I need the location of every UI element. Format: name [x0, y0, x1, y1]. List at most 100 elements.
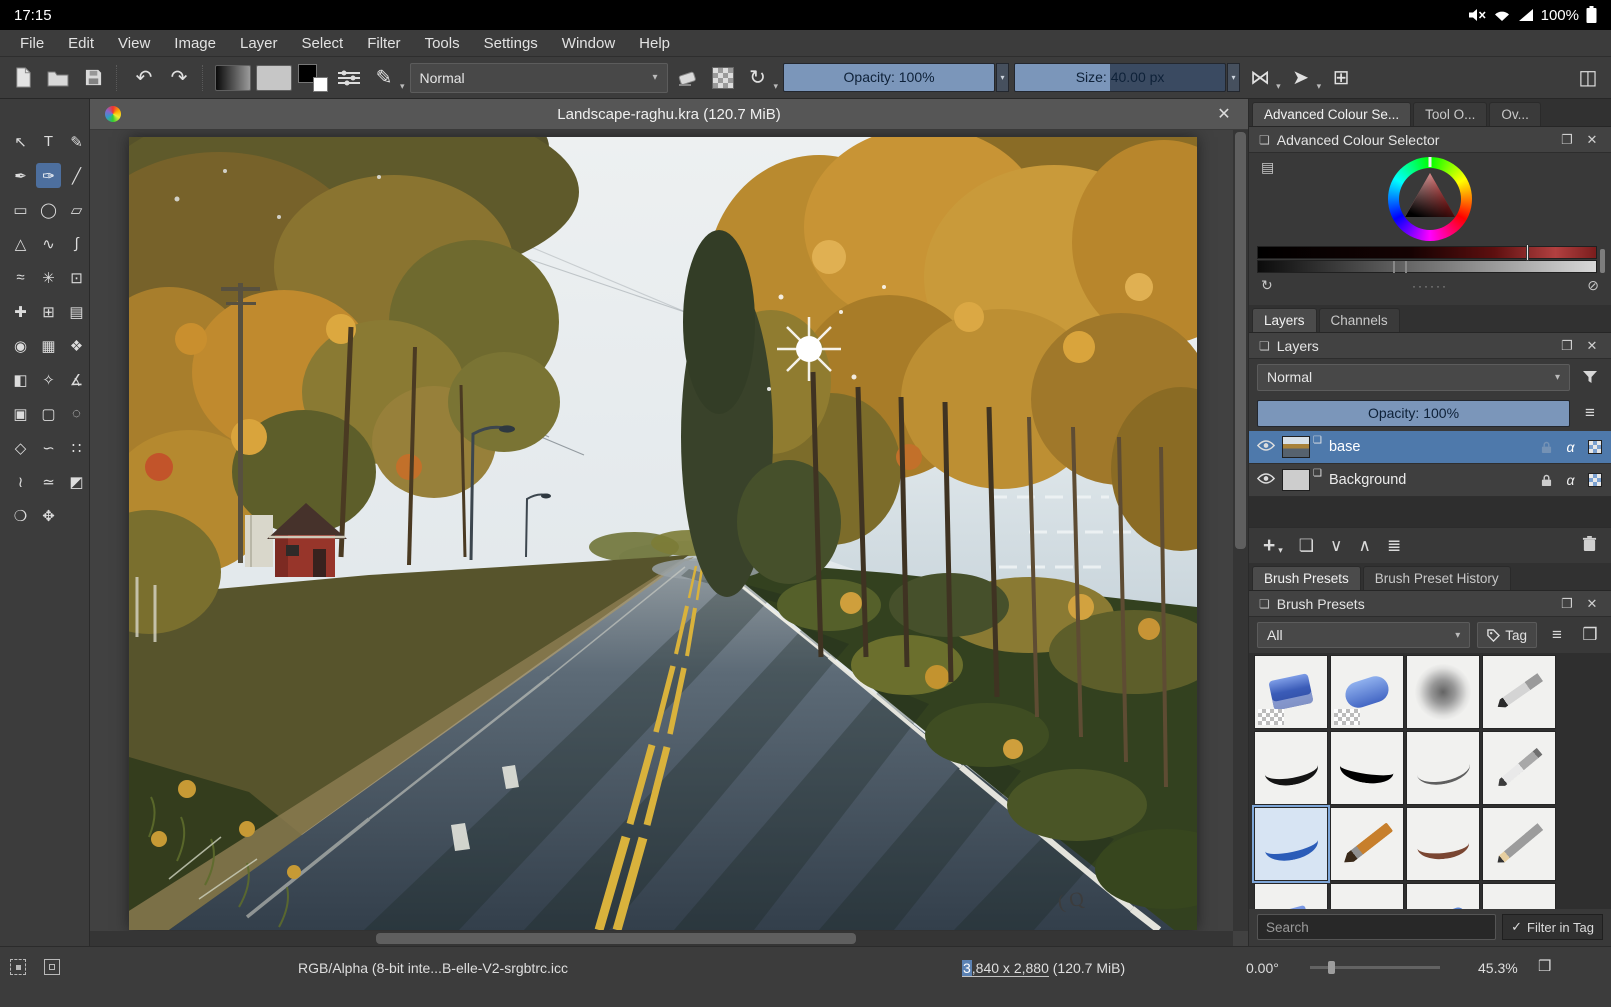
brush-preset-metal-pen[interactable]: [1482, 731, 1556, 805]
mirror-vertical-button[interactable]: ➤: [1286, 63, 1316, 93]
layer-blend-mode-select[interactable]: Normal ▾: [1257, 363, 1570, 391]
brush-preset-pencil-soft[interactable]: [1482, 883, 1556, 909]
image-dimensions[interactable]: 3,840 x 2,880 (120.7 MiB): [962, 960, 1125, 977]
rect-select-tool[interactable]: ▢: [36, 401, 61, 426]
close-docker-icon[interactable]: ✕: [1583, 132, 1601, 148]
brush-preset-paintbrush[interactable]: [1330, 807, 1404, 881]
foreground-background-colors[interactable]: [297, 63, 329, 93]
selector-settings-icon[interactable]: ▤: [1261, 159, 1274, 176]
reference-images-tool[interactable]: ▣: [8, 401, 33, 426]
bezier-select-tool[interactable]: ≀: [8, 469, 33, 494]
selection-mode-icon[interactable]: [44, 959, 60, 975]
duplicate-layer-button[interactable]: ❏: [1299, 536, 1314, 556]
menu-window[interactable]: Window: [550, 32, 627, 55]
move-layer-up-button[interactable]: ∧: [1359, 536, 1371, 556]
zoom-level[interactable]: 45.3%: [1478, 960, 1518, 976]
value-gradient-strip[interactable]: [1257, 260, 1597, 273]
layer-visibility-icon[interactable]: [1256, 439, 1276, 456]
opacity-dropdown-icon[interactable]: ▾: [996, 63, 1010, 92]
canvas-only-button[interactable]: ❒: [1538, 957, 1551, 975]
vertical-scrollbar-thumb[interactable]: [1235, 132, 1246, 549]
layer-filter-icon[interactable]: [1577, 364, 1603, 390]
reload-preset-button[interactable]: ↻: [743, 63, 773, 93]
presets-view-icon[interactable]: ❒: [1577, 622, 1603, 648]
layer-inherit-alpha-icon[interactable]: [1586, 473, 1603, 487]
layer-lock-icon[interactable]: [1538, 474, 1555, 487]
menu-tools[interactable]: Tools: [413, 32, 472, 55]
line-tool[interactable]: ╱: [64, 163, 89, 188]
brush-preset-marker-blue[interactable]: [1252, 805, 1330, 883]
float-docker-icon[interactable]: ❐: [1558, 132, 1576, 148]
pattern-edit-tool[interactable]: ▦: [36, 333, 61, 358]
ellipse-select-tool[interactable]: ◌: [64, 401, 89, 426]
layer-lock-icon[interactable]: [1538, 441, 1555, 454]
layer-row-background[interactable]: ❏ Background α: [1249, 464, 1611, 497]
layer-inherit-alpha-icon[interactable]: [1586, 440, 1603, 454]
tag-button[interactable]: Tag: [1477, 622, 1537, 648]
docker-tab-tool-o[interactable]: Tool O...: [1413, 102, 1488, 126]
brush-preset-eraser-hard[interactable]: [1254, 655, 1328, 729]
menu-image[interactable]: Image: [162, 32, 228, 55]
magnetic-select-tool[interactable]: ≃: [36, 469, 61, 494]
reload-caret-icon[interactable]: ▾: [774, 81, 779, 98]
layer-row-base[interactable]: ❏ base α: [1249, 431, 1611, 464]
zoom-slider[interactable]: [1310, 961, 1440, 974]
mirror-vertical-caret-icon[interactable]: ▾: [1317, 81, 1322, 98]
tab-channels[interactable]: Channels: [1318, 308, 1400, 332]
similar-select-tool[interactable]: ∷: [64, 435, 89, 460]
tag-filter-select[interactable]: All ▾: [1257, 622, 1471, 648]
brush-preset-pencil[interactable]: [1482, 807, 1556, 881]
opacity-slider[interactable]: Opacity: 100%: [783, 63, 996, 92]
search-input[interactable]: [1257, 914, 1497, 940]
advanced-color-selector[interactable]: ▤ ↻ ······ ⊘: [1249, 153, 1611, 305]
crop-tool[interactable]: ⊞: [36, 299, 61, 324]
zoom-slider-handle[interactable]: [1328, 961, 1336, 974]
layer-alpha-lock-icon[interactable]: α: [1562, 472, 1579, 488]
float-docker-icon[interactable]: ❐: [1558, 338, 1576, 354]
canvas-painting[interactable]: ( Q: [90, 130, 1248, 933]
brush-preset-pen-blue[interactable]: [1330, 883, 1404, 909]
text-tool[interactable]: T: [36, 129, 61, 154]
menu-settings[interactable]: Settings: [472, 32, 550, 55]
menu-filter[interactable]: Filter: [355, 32, 412, 55]
document-close-button[interactable]: ✕: [1214, 104, 1234, 124]
docker-tab-ov[interactable]: Ov...: [1489, 102, 1541, 126]
float-docker-icon[interactable]: ❐: [1558, 596, 1576, 612]
move-tool[interactable]: ✚: [8, 299, 33, 324]
multibrush-tool[interactable]: ✳: [36, 265, 61, 290]
brush-preset-eraser-soft[interactable]: [1330, 655, 1404, 729]
menu-help[interactable]: Help: [627, 32, 682, 55]
freehand-brush-tool[interactable]: ✑: [36, 163, 61, 188]
preserve-alpha-button[interactable]: [708, 63, 738, 93]
measure-tool[interactable]: ∡: [64, 367, 89, 392]
ellipse-tool[interactable]: ◯: [36, 197, 61, 222]
close-docker-icon[interactable]: ✕: [1583, 596, 1601, 612]
blend-mode-select[interactable]: Normal ▾: [409, 62, 668, 93]
shade-gradient-strip[interactable]: [1257, 244, 1597, 261]
mirror-horizontal-caret-icon[interactable]: ▾: [1276, 81, 1281, 98]
gradient-tool[interactable]: ▤: [64, 299, 89, 324]
size-dropdown-icon[interactable]: ▾: [1227, 63, 1241, 92]
refresh-icon[interactable]: ↻: [1261, 277, 1273, 294]
freehand-path-tool[interactable]: ∫: [64, 231, 89, 256]
menu-edit[interactable]: Edit: [56, 32, 106, 55]
new-document-button[interactable]: [8, 63, 38, 93]
gradient-chooser[interactable]: [215, 64, 251, 91]
selection-display-icon[interactable]: [10, 959, 26, 975]
pan-tool[interactable]: ✥: [36, 503, 61, 528]
polyline-tool[interactable]: △: [8, 231, 33, 256]
brush-preset-marker-blue-2[interactable]: [1406, 883, 1480, 909]
save-button[interactable]: [78, 63, 108, 93]
horizontal-scrollbar-thumb[interactable]: [375, 933, 856, 944]
brush-settings-button[interactable]: [334, 63, 364, 93]
presets-menu-icon[interactable]: ≡: [1544, 622, 1570, 648]
delete-layer-button[interactable]: [1582, 535, 1597, 557]
open-document-button[interactable]: [43, 63, 73, 93]
brush-editor-button[interactable]: ✎: [369, 63, 399, 93]
docker-tab-advanced-colour-se[interactable]: Advanced Colour Se...: [1252, 102, 1412, 126]
menu-view[interactable]: View: [106, 32, 162, 55]
brush-preset-eraser-thin[interactable]: [1254, 883, 1328, 909]
brush-preset-pen-fine[interactable]: [1406, 731, 1480, 805]
workspace-chooser-button[interactable]: ◫: [1573, 63, 1603, 93]
assistants-tool[interactable]: ✧: [36, 367, 61, 392]
